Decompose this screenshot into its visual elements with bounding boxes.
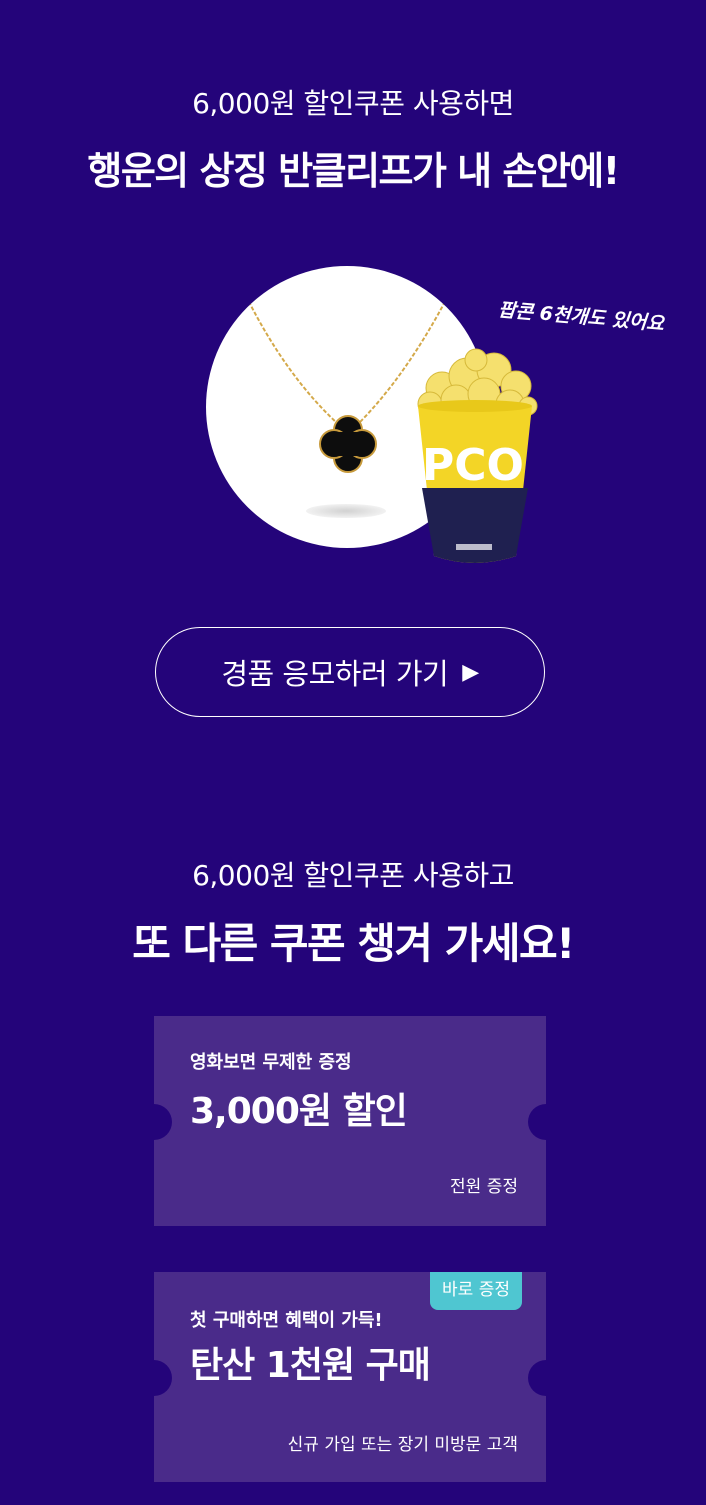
instant-gift-badge: 바로 증정 bbox=[430, 1272, 522, 1310]
enter-giveaway-label: 경품 응모하러 가기 bbox=[221, 657, 449, 691]
coupon-title: 3,000원 할인 bbox=[190, 1091, 408, 1132]
coupon-notch-left bbox=[136, 1104, 172, 1140]
promo-headline: 행운의 상징 반클리프가 내 손안에! bbox=[87, 149, 620, 193]
coupon-notch-right bbox=[528, 1360, 564, 1396]
coupon-card-discount[interactable]: 영화보면 무제한 증정 3,000원 할인 전원 증정 bbox=[136, 1016, 564, 1226]
enter-giveaway-button[interactable]: 경품 응모하러 가기 ▶ bbox=[155, 627, 545, 717]
popcorn-cup-image: PCO bbox=[417, 348, 538, 563]
popcorn-cup-label: PCO bbox=[422, 440, 524, 491]
coupon-caption: 영화보면 무제한 증정 bbox=[190, 1052, 352, 1073]
necklace-shadow bbox=[306, 504, 386, 518]
coupon-notch-left bbox=[136, 1360, 172, 1396]
coupon-note: 신규 가입 또는 장기 미방문 고객 bbox=[287, 1435, 518, 1455]
play-arrow-icon: ▶ bbox=[462, 659, 479, 685]
promo-subtitle: 6,000원 할인쿠폰 사용하면 bbox=[192, 87, 514, 120]
coupon-notch-right bbox=[528, 1104, 564, 1140]
coupon-card-soda[interactable]: 바로 증정 첫 구매하면 혜택이 가득! 탄산 1천원 구매 신규 가입 또는 … bbox=[136, 1272, 564, 1482]
coupon-headline: 또 다른 쿠폰 챙겨 가세요! bbox=[132, 919, 575, 968]
popcorn-note: 팝콘 6천개도 있어요 bbox=[497, 298, 665, 336]
coupon-caption: 첫 구매하면 혜택이 가득! bbox=[190, 1310, 383, 1331]
coupon-subtitle: 6,000원 할인쿠폰 사용하고 bbox=[192, 859, 514, 892]
coupon-title: 탄산 1천원 구매 bbox=[190, 1345, 431, 1386]
coupon-note: 전원 증정 bbox=[450, 1177, 518, 1197]
